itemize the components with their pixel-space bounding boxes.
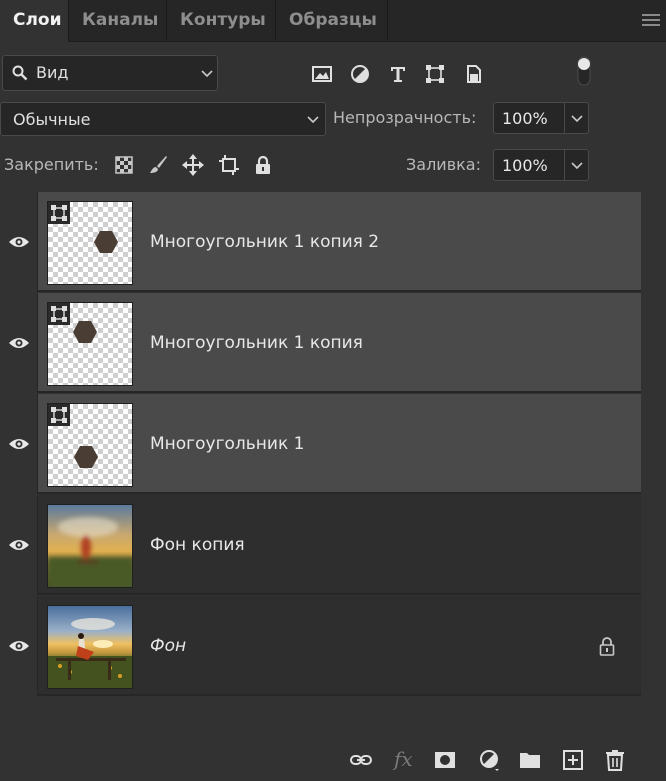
- layer-row[interactable]: Многоугольник 1: [0, 394, 641, 494]
- blend-mode-select[interactable]: Обычные: [0, 102, 326, 136]
- type-filter-icon[interactable]: [387, 63, 409, 85]
- add-mask-icon[interactable]: [433, 748, 457, 772]
- lock-label: Закрепить:: [4, 155, 99, 174]
- filter-kind-select[interactable]: Вид: [2, 55, 218, 91]
- lock-transparent-pixels-icon[interactable]: [112, 153, 136, 177]
- new-layer-icon[interactable]: [561, 748, 585, 772]
- lock-artboard-icon[interactable]: [217, 153, 241, 177]
- lock-image-pixels-icon[interactable]: [146, 153, 170, 177]
- eye-icon: [9, 641, 29, 651]
- layers-list: Многоугольник 1 копия 2 Многоугольник 1 …: [0, 192, 666, 740]
- panel-menu-icon[interactable]: [642, 13, 660, 27]
- image-filter-icon[interactable]: [311, 63, 333, 85]
- chevron-down-icon: [201, 70, 213, 78]
- layer-row[interactable]: Фон: [0, 596, 641, 696]
- eye-icon: [9, 540, 29, 550]
- opacity-input[interactable]: 100%: [493, 102, 565, 134]
- eye-icon: [9, 338, 29, 348]
- fill-dropdown-button[interactable]: [565, 149, 589, 181]
- layer-name[interactable]: Многоугольник 1: [150, 434, 304, 454]
- new-group-icon[interactable]: [518, 748, 542, 772]
- panel-footer: fx: [0, 740, 666, 781]
- eye-icon: [9, 439, 29, 449]
- row-divider: [38, 492, 641, 494]
- opacity-label: Непрозрачность:: [333, 108, 477, 127]
- blend-mode-value: Обычные: [13, 110, 91, 129]
- chevron-down-icon: [571, 115, 583, 123]
- lock-all-icon[interactable]: [251, 153, 275, 177]
- opacity-value: 100%: [502, 109, 548, 128]
- row-divider: [38, 290, 641, 292]
- layer-name[interactable]: Фон копия: [150, 535, 245, 555]
- photo-thumbnail-image: [48, 606, 132, 688]
- visibility-toggle[interactable]: [0, 394, 38, 494]
- row-divider: [38, 694, 641, 696]
- layer-row[interactable]: Многоугольник 1 копия 2: [0, 192, 641, 292]
- chevron-down-icon: [571, 162, 583, 170]
- layer-thumbnail: [47, 403, 133, 487]
- tab-paths[interactable]: Контуры: [167, 0, 279, 42]
- eye-icon: [9, 237, 29, 247]
- visibility-toggle[interactable]: [0, 596, 38, 696]
- tab-swatches[interactable]: Образцы: [276, 0, 390, 42]
- filter-kind-label: Вид: [36, 63, 69, 82]
- delete-layer-icon[interactable]: [603, 748, 627, 772]
- shape-layer-badge-icon: [48, 303, 70, 325]
- shape-filter-icon[interactable]: [424, 63, 446, 85]
- layer-name[interactable]: Многоугольник 1 копия 2: [150, 232, 379, 252]
- layer-locked-icon[interactable]: [598, 636, 616, 656]
- fill-input[interactable]: 100%: [493, 149, 565, 181]
- layer-thumbnail: [47, 302, 133, 386]
- layer-name[interactable]: Фон: [150, 636, 186, 656]
- tab-channels[interactable]: Каналы: [69, 0, 171, 42]
- shape-layer-badge-icon: [48, 404, 70, 426]
- fx-icon[interactable]: fx: [394, 747, 413, 771]
- tab-divider: [387, 0, 388, 42]
- fill-value: 100%: [502, 156, 548, 175]
- search-icon: [12, 65, 28, 81]
- row-divider: [38, 593, 641, 595]
- new-adjustment-icon[interactable]: [478, 748, 502, 772]
- smart-object-filter-icon[interactable]: [463, 63, 485, 85]
- tab-layers[interactable]: Слои: [0, 0, 68, 43]
- visibility-toggle[interactable]: [0, 192, 38, 292]
- filter-toggle-switch[interactable]: [575, 55, 593, 87]
- layer-name[interactable]: Многоугольник 1 копия: [150, 333, 363, 353]
- chevron-down-icon: [307, 116, 319, 124]
- shape-layer-badge-icon: [48, 202, 70, 224]
- layer-thumbnail: [47, 201, 133, 285]
- adjustment-filter-icon[interactable]: [349, 63, 371, 85]
- layer-thumbnail: [47, 504, 133, 588]
- link-layers-icon[interactable]: [349, 748, 373, 772]
- visibility-toggle[interactable]: [0, 293, 38, 393]
- layer-thumbnail: [47, 605, 133, 689]
- photo-thumbnail-image: [48, 505, 132, 587]
- lock-position-icon[interactable]: [181, 153, 205, 177]
- layer-row[interactable]: Фон копия: [0, 495, 641, 595]
- panel-tab-bar: Слои Каналы Контуры Образцы: [0, 0, 666, 43]
- layer-row[interactable]: Многоугольник 1 копия: [0, 293, 641, 393]
- fill-label: Заливка:: [406, 155, 481, 174]
- visibility-toggle[interactable]: [0, 495, 38, 595]
- opacity-dropdown-button[interactable]: [565, 102, 589, 134]
- row-divider: [38, 391, 641, 393]
